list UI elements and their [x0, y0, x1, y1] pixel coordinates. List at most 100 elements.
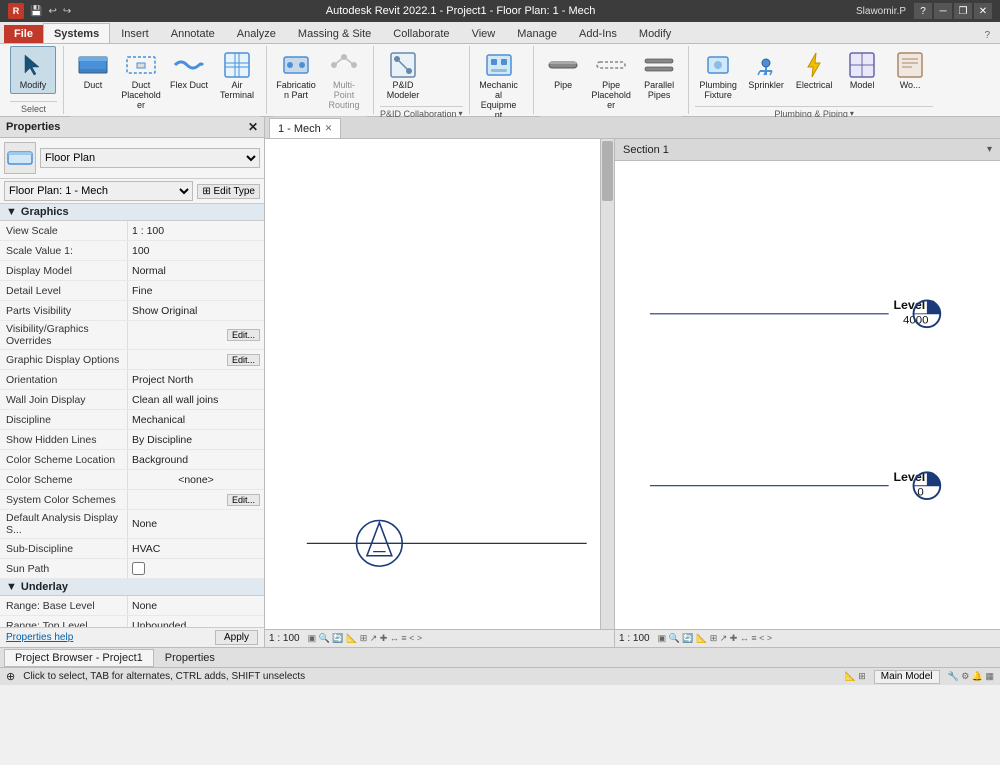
section-tab-label: Section 1: [623, 144, 669, 156]
pipe-placeholder-icon: [595, 49, 627, 81]
pipe-placeholder-button[interactable]: Pipe Placeholder: [588, 46, 634, 114]
plumbing-fixture-button[interactable]: Plumbing Fixture: [695, 46, 741, 104]
prop-value-top-level[interactable]: Unbounded: [128, 616, 264, 627]
help-icon[interactable]: ?: [914, 3, 932, 19]
electrical-button[interactable]: Electrical: [791, 46, 837, 94]
properties-scroll-area[interactable]: ▼ Graphics View Scale 1 : 100 Scale Valu…: [0, 204, 264, 627]
prop-value-view-scale[interactable]: 1 : 100: [128, 221, 264, 240]
parallel-pipes-label: Parallel Pipes: [639, 81, 679, 101]
tab-insert[interactable]: Insert: [110, 23, 160, 43]
tab-systems[interactable]: Systems: [43, 23, 110, 43]
status-text: Click to select, TAB for alternates, CTR…: [23, 671, 836, 682]
prop-value-display-model[interactable]: Normal: [128, 261, 264, 280]
model-label: Model: [850, 81, 875, 91]
close-button[interactable]: ✕: [974, 3, 992, 19]
prop-name-vis-graphics: Visibility/Graphics Overrides: [0, 321, 128, 349]
prop-instance-select[interactable]: Floor Plan: 1 - Mech: [4, 181, 193, 201]
prop-row-orientation: Orientation Project North: [0, 370, 264, 390]
graphic-display-edit-button[interactable]: Edit...: [227, 354, 260, 366]
prop-value-color-scheme-loc[interactable]: Background: [128, 450, 264, 469]
tab-analyze[interactable]: Analyze: [226, 23, 287, 43]
prop-row-scale-value: Scale Value 1: 100: [0, 241, 264, 261]
properties-close-button[interactable]: ✕: [248, 120, 258, 134]
pid-modeler-button[interactable]: P&ID Modeler: [380, 46, 426, 104]
file-menu-button[interactable]: File: [4, 25, 43, 43]
pipe-button[interactable]: Pipe: [540, 46, 586, 94]
underlay-collapse-icon[interactable]: ▼: [6, 581, 17, 593]
prop-value-orientation[interactable]: Project North: [128, 370, 264, 389]
sun-path-checkbox[interactable]: [132, 562, 145, 575]
prop-row-color-scheme-loc: Color Scheme Location Background: [0, 450, 264, 470]
cursor-icon: ⊕: [6, 670, 15, 683]
prop-name-display-model: Display Model: [0, 261, 128, 280]
air-terminal-button[interactable]: Air Terminal: [214, 46, 260, 104]
redo-icon[interactable]: ↪: [63, 6, 71, 17]
prop-value-hidden-lines[interactable]: By Discipline: [128, 430, 264, 449]
fabrication-part-label: Fabrication Part: [276, 81, 316, 101]
apply-button[interactable]: Apply: [215, 630, 258, 645]
duct-icon: [77, 49, 109, 81]
properties-tab[interactable]: Properties: [154, 649, 226, 667]
edit-type-button[interactable]: ⊞ Edit Type: [197, 184, 260, 199]
flex-duct-icon: [173, 49, 205, 81]
prop-value-analysis-display[interactable]: None: [128, 510, 264, 538]
prop-value-sun-path: [128, 559, 264, 578]
floor-plan-tab-close[interactable]: ✕: [325, 123, 333, 134]
section-tab-expand[interactable]: ▾: [987, 144, 992, 155]
system-color-edit-button[interactable]: Edit...: [227, 494, 260, 506]
tab-massing[interactable]: Massing & Site: [287, 23, 382, 43]
wo-button[interactable]: Wo...: [887, 46, 933, 94]
floor-plan-tab[interactable]: 1 - Mech ✕: [269, 118, 341, 138]
prop-row-sun-path: Sun Path: [0, 559, 264, 579]
prop-value-base-level[interactable]: None: [128, 596, 264, 615]
plumbing-fixture-icon: [702, 49, 734, 81]
modify-button[interactable]: Modify: [10, 46, 56, 94]
prop-value-discipline[interactable]: Mechanical: [128, 410, 264, 429]
prop-value-wall-join[interactable]: Clean all wall joins: [128, 390, 264, 409]
properties-help-link[interactable]: Properties help: [6, 632, 73, 643]
undo-icon[interactable]: ↩: [48, 6, 56, 17]
restore-button[interactable]: ❐: [954, 3, 972, 19]
tab-addins[interactable]: Add-Ins: [568, 23, 628, 43]
sprinkler-button[interactable]: Sprinkler: [743, 46, 789, 94]
floor-plan-scale-label: 1 : 100: [269, 633, 300, 644]
select-group-label: Select: [10, 101, 57, 114]
main-model-button[interactable]: Main Model: [874, 670, 940, 684]
prop-value-color-scheme[interactable]: <none>: [128, 470, 264, 489]
mechanical-equipment-button[interactable]: Mechanical Equipment: [476, 46, 522, 124]
prop-value-parts-visibility[interactable]: Show Original: [128, 301, 264, 320]
model-button[interactable]: Model: [839, 46, 885, 94]
floor-plan-view[interactable]: 1 : 100 ▣ 🔍 🔄 📐 ⊞ ↗ ✚ ↔ ≡ < >: [265, 139, 615, 647]
views-container: 1 : 100 ▣ 🔍 🔄 📐 ⊞ ↗ ✚ ↔ ≡ < > Section 1 …: [265, 139, 1000, 647]
vis-graphics-edit-button[interactable]: Edit...: [227, 329, 260, 341]
tab-annotate[interactable]: Annotate: [160, 23, 226, 43]
tab-view[interactable]: View: [461, 23, 507, 43]
graphics-collapse-icon[interactable]: ▼: [6, 206, 17, 218]
parallel-pipes-button[interactable]: Parallel Pipes: [636, 46, 682, 104]
multi-point-routing-button[interactable]: Multi-Point Routing: [321, 46, 367, 114]
minimize-button[interactable]: ─: [934, 3, 952, 19]
floor-plan-scrollbar-v[interactable]: [600, 139, 614, 629]
prop-name-detail-level: Detail Level: [0, 281, 128, 300]
flex-duct-button[interactable]: Flex Duct: [166, 46, 212, 94]
prop-name-sun-path: Sun Path: [0, 559, 128, 578]
ribbon-help-icon[interactable]: ?: [978, 28, 996, 43]
prop-value-sub-discipline[interactable]: HVAC: [128, 539, 264, 558]
duct-button[interactable]: Duct: [70, 46, 116, 94]
parallel-pipes-icon: [643, 49, 675, 81]
tab-collaborate[interactable]: Collaborate: [382, 23, 460, 43]
project-browser-tab[interactable]: Project Browser - Project1: [4, 649, 154, 667]
fabrication-part-button[interactable]: Fabrication Part: [273, 46, 319, 104]
prop-value-scale-value[interactable]: 100: [128, 241, 264, 260]
ribbon-content: Modify Select Duct: [0, 44, 1000, 116]
window-title: Autodesk Revit 2022.1 - Project1 - Floor…: [71, 5, 850, 17]
view-tabs: 1 - Mech ✕: [265, 117, 1000, 139]
view-area: 1 - Mech ✕: [265, 117, 1000, 647]
prop-type-select[interactable]: Floor Plan: [40, 148, 260, 168]
tab-manage[interactable]: Manage: [506, 23, 568, 43]
quick-save-icon[interactable]: 💾: [30, 6, 42, 17]
duct-placeholder-button[interactable]: Duct Placeholder: [118, 46, 164, 114]
prop-name-sub-discipline: Sub-Discipline: [0, 539, 128, 558]
prop-value-detail-level[interactable]: Fine: [128, 281, 264, 300]
tab-modify[interactable]: Modify: [628, 23, 682, 43]
